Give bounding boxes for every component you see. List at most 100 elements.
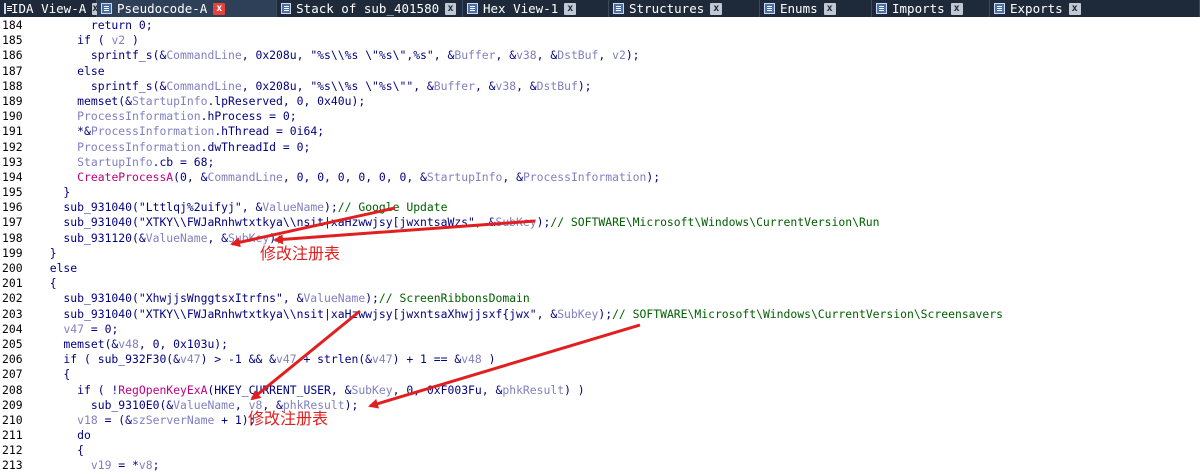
code-line[interactable]: 206 if ( sub_932F30(&v47) > -1 && &v47 +…	[0, 352, 1200, 367]
line-number: 187	[2, 63, 23, 78]
close-icon[interactable]: x	[950, 2, 963, 15]
code-line[interactable]: 188 sprintf_s(&CommandLine, 0x208u, "%s\…	[0, 79, 1200, 94]
code-line[interactable]: 184 return 0;	[0, 18, 1200, 33]
line-number: 191	[2, 124, 23, 139]
tab-ida-view-a[interactable]: IDA View-A x	[0, 0, 99, 17]
code-text[interactable]: *&ProcessInformation.hThread = 0i64;	[36, 124, 324, 139]
code-line[interactable]: 185 if ( v2 )	[0, 33, 1200, 48]
code-text[interactable]: v47 = 0;	[36, 322, 118, 337]
code-line[interactable]: 199 }	[0, 246, 1200, 261]
code-line[interactable]: 211 do	[0, 428, 1200, 443]
tab-exports[interactable]: Exports x	[990, 0, 1200, 17]
tab-label: Enums	[780, 1, 818, 16]
code-text[interactable]: sprintf_s(&CommandLine, 0x208u, "%s\\%s …	[36, 48, 640, 63]
tab-imports[interactable]: Imports x	[872, 0, 990, 17]
code-text[interactable]: ProcessInformation.dwThreadId = 0;	[36, 140, 310, 155]
line-number: 195	[2, 185, 23, 200]
line-number: 209	[2, 397, 23, 412]
code-line[interactable]: 190 ProcessInformation.hProcess = 0;	[0, 109, 1200, 124]
code-line[interactable]: 194 CreateProcessA(0, &CommandLine, 0, 0…	[0, 170, 1200, 185]
code-line[interactable]: 192 ProcessInformation.dwThreadId = 0;	[0, 140, 1200, 155]
code-text[interactable]: else	[36, 261, 77, 276]
tab-view-icon	[994, 3, 1005, 14]
tab-enums[interactable]: Enums x	[760, 0, 872, 17]
code-line[interactable]: 193 StartupInfo.cb = 68;	[0, 155, 1200, 170]
code-text[interactable]: do	[36, 428, 91, 443]
line-number: 184	[2, 18, 23, 32]
line-number: 206	[2, 352, 23, 367]
line-number: 199	[2, 245, 23, 260]
close-icon[interactable]: x	[823, 2, 836, 15]
close-icon[interactable]: x	[1068, 2, 1081, 15]
code-line[interactable]: 196 sub_931040("Lttlqj%2uifyj", &ValueNa…	[0, 200, 1200, 215]
code-text[interactable]: sub_931040("XTKY\\FWJaRnhwtxtkya\\nsit|x…	[36, 307, 1003, 322]
code-line[interactable]: 208 if ( !RegOpenKeyExA(HKEY_CURRENT_USE…	[0, 383, 1200, 398]
code-line[interactable]: 195 }	[0, 185, 1200, 200]
code-line[interactable]: 209 sub_9310E0(&ValueName, v8, &phkResul…	[0, 398, 1200, 413]
code-text[interactable]: v18 = (&szServerName + 1);	[36, 413, 255, 428]
tab-label: Structures	[629, 1, 705, 16]
code-text[interactable]: }	[36, 246, 57, 261]
tab-view-icon	[613, 3, 624, 14]
code-text[interactable]: {	[36, 367, 70, 382]
code-text[interactable]: {	[36, 443, 84, 458]
code-text[interactable]: sub_931040("XhwjjsWnggtsxItrfns", &Value…	[36, 291, 529, 306]
line-number: 210	[2, 412, 23, 427]
code-text[interactable]: StartupInfo.cb = 68;	[36, 155, 214, 170]
tab-stack-of-sub-401580[interactable]: Stack of sub_401580 x	[277, 0, 463, 17]
code-text[interactable]: }	[36, 185, 70, 200]
code-text[interactable]: if ( v2 )	[36, 33, 139, 48]
code-text[interactable]: {	[36, 276, 57, 291]
code-text[interactable]: if ( sub_932F30(&v47) > -1 && &v47 + str…	[36, 352, 495, 367]
code-text[interactable]: sub_931120(&ValueName, &SubKey);	[36, 231, 283, 246]
line-number: 205	[2, 336, 23, 351]
annotation-label: 修改注册表	[248, 409, 329, 428]
line-number: 196	[2, 200, 23, 215]
code-text[interactable]: return 0;	[36, 18, 153, 33]
close-icon[interactable]: x	[213, 2, 226, 15]
tab-pseudocode-a[interactable]: Pseudocode-A x	[97, 0, 277, 17]
code-text[interactable]: else	[36, 64, 104, 79]
code-line[interactable]: 204 v47 = 0;	[0, 322, 1200, 337]
annotation-label: 修改注册表	[260, 244, 341, 263]
code-line[interactable]: 189 memset(&StartupInfo.lpReserved, 0, 0…	[0, 94, 1200, 109]
code-text[interactable]: sub_931040("Lttlqj%2uifyj", &ValueName);…	[36, 200, 447, 215]
code-line[interactable]: 210 v18 = (&szServerName + 1);	[0, 413, 1200, 428]
code-line[interactable]: 202 sub_931040("XhwjjsWnggtsxItrfns", &V…	[0, 291, 1200, 306]
code-line[interactable]: 200 else	[0, 261, 1200, 276]
code-line[interactable]: 207 {	[0, 367, 1200, 382]
code-line[interactable]: 197 sub_931040("XTKY\\FWJaRnhwtxtkya\\ns…	[0, 215, 1200, 230]
code-text[interactable]: sub_931040("XTKY\\FWJaRnhwtxtkya\\nsit|x…	[36, 215, 879, 230]
code-text[interactable]: v19 = *v8;	[36, 458, 160, 473]
code-line[interactable]: 212 {	[0, 443, 1200, 458]
code-text[interactable]: CreateProcessA(0, &CommandLine, 0, 0, 0,…	[36, 170, 660, 185]
tab-hex-view-1[interactable]: Hex View-1 x	[463, 0, 609, 17]
code-line[interactable]: 203 sub_931040("XTKY\\FWJaRnhwtxtkya\\ns…	[0, 307, 1200, 322]
line-number: 186	[2, 48, 23, 63]
tab-label: Imports	[892, 1, 945, 16]
code-line[interactable]: 198 sub_931120(&ValueName, &SubKey);	[0, 231, 1200, 246]
line-number: 201	[2, 276, 23, 291]
pseudocode-view[interactable]: 184 return 0; 185 if ( v2 ) 186 sprintf_s(…	[0, 18, 1200, 474]
line-number: 190	[2, 109, 23, 124]
line-number: 213	[2, 458, 23, 473]
code-line[interactable]: 205 memset(&v48, 0, 0x103u);	[0, 337, 1200, 352]
code-line[interactable]: 187 else	[0, 64, 1200, 79]
close-icon[interactable]: x	[710, 2, 723, 15]
code-line[interactable]: 201 {	[0, 276, 1200, 291]
close-icon[interactable]: x	[564, 2, 577, 15]
code-text[interactable]: memset(&v48, 0, 0x103u);	[36, 337, 228, 352]
code-line[interactable]: 191 *&ProcessInformation.hThread = 0i64;	[0, 124, 1200, 139]
code-line[interactable]: 213 v19 = *v8;	[0, 458, 1200, 473]
code-line[interactable]: 186 sprintf_s(&CommandLine, 0x208u, "%s\…	[0, 48, 1200, 63]
code-text[interactable]: ProcessInformation.hProcess = 0;	[36, 109, 296, 124]
tab-structures[interactable]: Structures x	[609, 0, 760, 17]
code-text[interactable]: memset(&StartupInfo.lpReserved, 0, 0x40u…	[36, 94, 365, 109]
code-text[interactable]: sprintf_s(&CommandLine, 0x208u, "%s\\%s …	[36, 79, 592, 94]
code-text[interactable]: if ( !RegOpenKeyExA(HKEY_CURRENT_USER, &…	[36, 383, 585, 398]
tab-view-icon	[281, 3, 292, 14]
close-icon[interactable]: x	[445, 2, 456, 15]
line-number: 188	[2, 78, 23, 93]
line-number: 211	[2, 428, 23, 443]
line-number: 193	[2, 154, 23, 169]
